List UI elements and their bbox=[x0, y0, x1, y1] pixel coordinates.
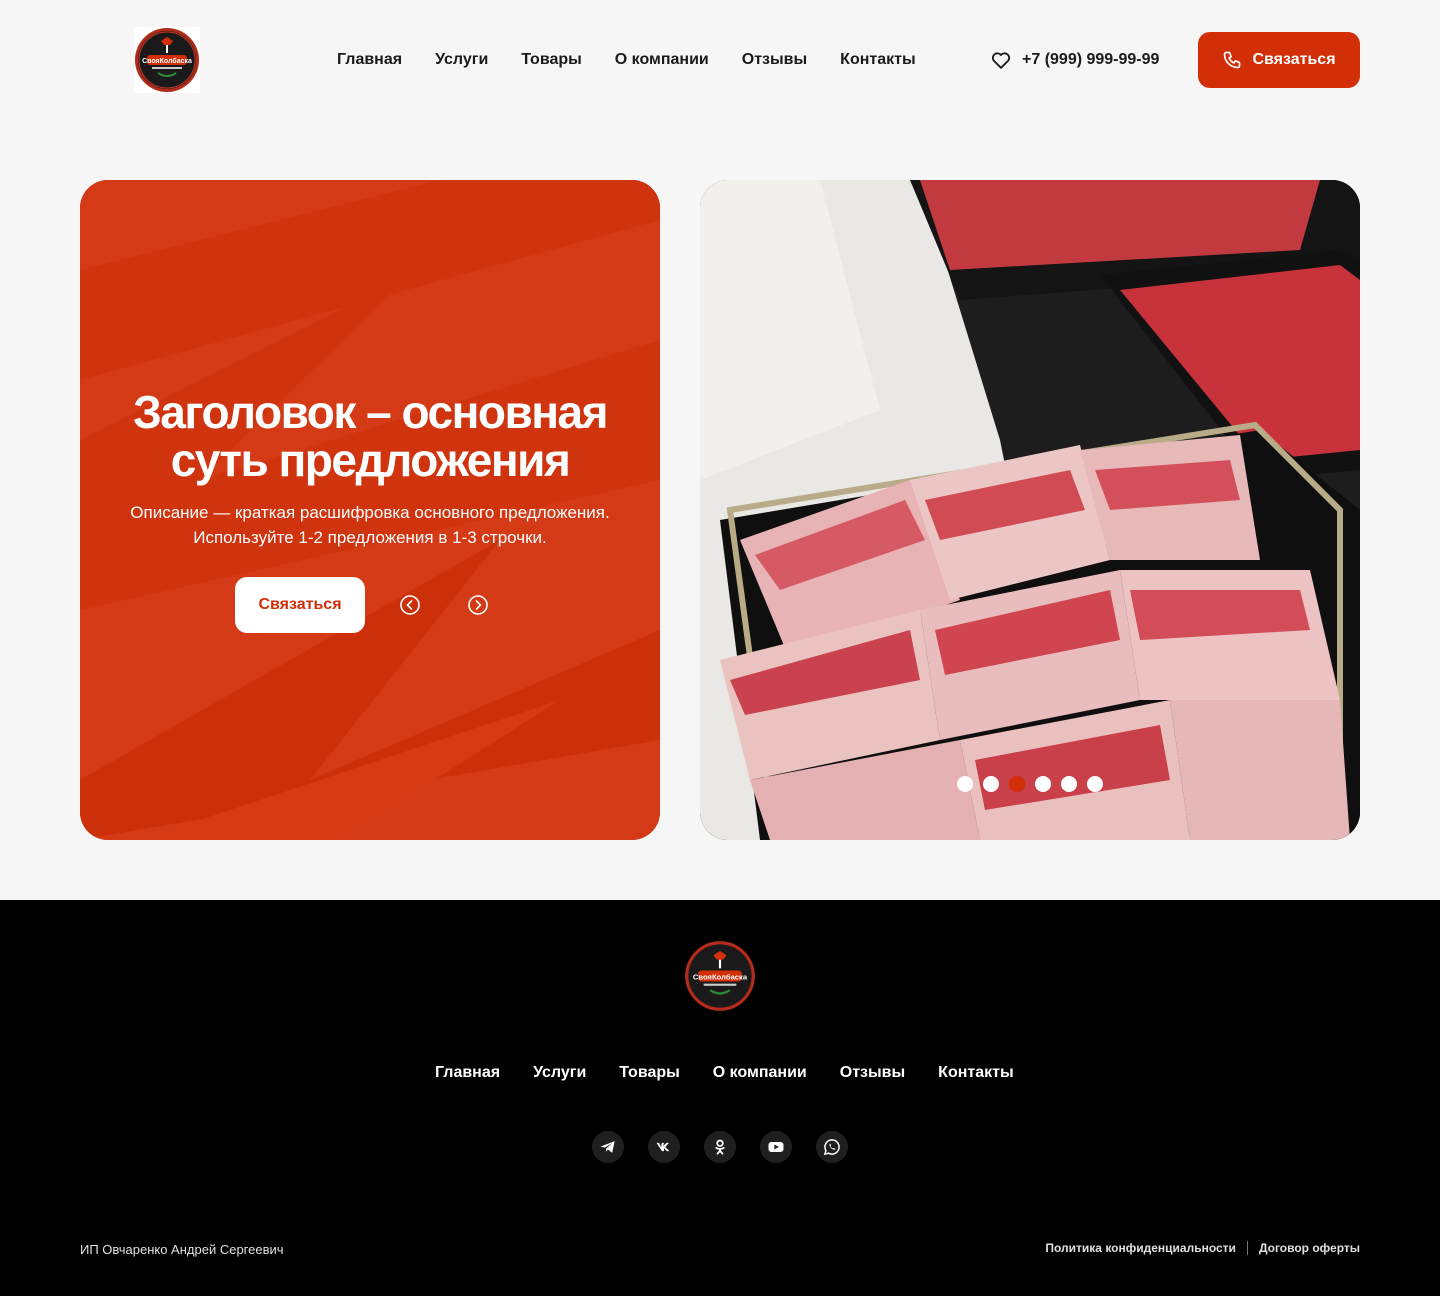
footer-nav-about[interactable]: О компании bbox=[713, 1063, 807, 1083]
svg-text:СвояКолбаска: СвояКолбаска bbox=[693, 972, 748, 981]
slider-dot-active[interactable] bbox=[1009, 776, 1025, 792]
nav-products[interactable]: Товары bbox=[521, 50, 582, 70]
footer-logo-icon[interactable]: СвояКолбаска bbox=[684, 940, 756, 1012]
footer-nav-services[interactable]: Услуги bbox=[533, 1063, 586, 1083]
phone-block: +7 (999) 999-99-99 bbox=[990, 49, 1159, 71]
vk-icon bbox=[656, 1142, 670, 1152]
hero-actions: Связаться bbox=[235, 577, 489, 633]
offer-agreement-link[interactable]: Договор оферты bbox=[1259, 1241, 1360, 1255]
slider-dot[interactable] bbox=[1035, 776, 1051, 792]
chevron-right-circle-icon bbox=[468, 595, 488, 615]
youtube-link[interactable] bbox=[760, 1131, 792, 1163]
hero-title: Заголовок – основная суть предложения bbox=[132, 386, 609, 486]
hero-photo bbox=[700, 180, 1360, 840]
hero-card: Заголовок – основная суть предложения Оп… bbox=[80, 180, 660, 840]
nav-services[interactable]: Услуги bbox=[435, 50, 488, 70]
copyright-text: ИП Овчаренко Андрей Сергеевич bbox=[80, 1242, 284, 1257]
telegram-icon bbox=[600, 1141, 615, 1153]
slider-prev-button[interactable] bbox=[399, 594, 421, 616]
vk-link[interactable] bbox=[648, 1131, 680, 1163]
nav-about[interactable]: О компании bbox=[615, 50, 709, 70]
hero-description: Описание — краткая расшифровка основного… bbox=[130, 503, 610, 547]
sausage-logo-icon: СвояКолбаска bbox=[135, 28, 199, 92]
footer-nav: Главная Услуги Товары О компании Отзывы … bbox=[435, 1063, 1047, 1083]
slider-dot[interactable] bbox=[957, 776, 973, 792]
social-links bbox=[592, 1131, 848, 1163]
legal-divider bbox=[1246, 1241, 1248, 1255]
header-contact-button[interactable]: Связаться bbox=[1198, 32, 1360, 88]
main-nav: Главная Услуги Товары О компании Отзывы … bbox=[337, 50, 949, 70]
nav-contacts[interactable]: Контакты bbox=[840, 50, 915, 70]
phone-number[interactable]: +7 (999) 999-99-99 bbox=[1022, 49, 1159, 71]
meat-photo-image bbox=[700, 180, 1360, 840]
footer-nav-home[interactable]: Главная bbox=[435, 1063, 500, 1083]
hero-contact-button[interactable]: Связаться bbox=[235, 577, 365, 633]
footer-nav-contacts[interactable]: Контакты bbox=[938, 1063, 1013, 1083]
privacy-policy-link[interactable]: Политика конфиденциальности bbox=[1045, 1241, 1236, 1255]
slider-dot[interactable] bbox=[1061, 776, 1077, 792]
nav-home[interactable]: Главная bbox=[337, 50, 402, 70]
whatsapp-link[interactable] bbox=[816, 1131, 848, 1163]
site-footer: СвояКолбаска Главная Услуги Товары О ком… bbox=[0, 900, 1440, 1296]
slider-dot[interactable] bbox=[1087, 776, 1103, 792]
chevron-left-circle-icon bbox=[400, 595, 420, 615]
phone-icon bbox=[1224, 51, 1241, 69]
legal-links: Политика конфиденциальности Договор офер… bbox=[1045, 1241, 1360, 1255]
whatsapp-icon bbox=[823, 1139, 840, 1156]
telegram-link[interactable] bbox=[592, 1131, 624, 1163]
slider-next-button[interactable] bbox=[467, 594, 489, 616]
odnoklassniki-icon bbox=[715, 1139, 725, 1155]
nav-reviews[interactable]: Отзывы bbox=[742, 50, 807, 70]
svg-text:СвояКолбаска: СвояКолбаска bbox=[142, 57, 192, 65]
brand-logo[interactable]: СвояКолбаска bbox=[134, 27, 200, 93]
footer-nav-reviews[interactable]: Отзывы bbox=[840, 1063, 905, 1083]
heart-icon[interactable] bbox=[990, 49, 1012, 71]
header-contact-label: Связаться bbox=[1252, 51, 1336, 68]
site-header: СвояКолбаска Главная Услуги Товары О ком… bbox=[0, 0, 1440, 120]
footer-nav-products[interactable]: Товары bbox=[619, 1063, 680, 1083]
hero-text: Заголовок – основная суть предложения Оп… bbox=[80, 388, 660, 550]
slider-dots bbox=[957, 776, 1103, 792]
youtube-icon bbox=[768, 1142, 784, 1152]
odnoklassniki-link[interactable] bbox=[704, 1131, 736, 1163]
slider-dot[interactable] bbox=[983, 776, 999, 792]
